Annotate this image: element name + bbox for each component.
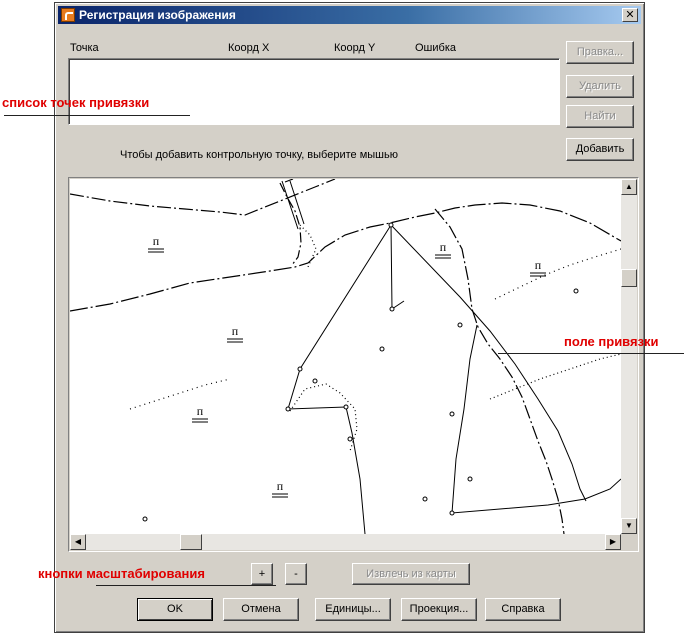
hint-text: Чтобы добавить контрольную точку, выбери… xyxy=(120,149,398,161)
scroll-right-icon[interactable]: ▶ xyxy=(605,534,621,550)
edit-button[interactable]: Правка... xyxy=(566,41,634,64)
annotation-binding-field: поле привязки xyxy=(564,334,659,349)
map-vertex xyxy=(422,496,428,502)
projection-button[interactable]: Проекция... xyxy=(401,598,477,621)
map-line-5 xyxy=(284,179,294,183)
map-vertex xyxy=(297,366,303,372)
units-button[interactable]: Единицы... xyxy=(315,598,391,621)
map-line-2 xyxy=(70,202,621,312)
horizontal-scroll-thumb[interactable] xyxy=(180,534,202,550)
map-border-2 xyxy=(390,224,587,502)
scroll-left-icon[interactable]: ◀ xyxy=(70,534,86,550)
map-vertex xyxy=(573,288,579,294)
map-vertex xyxy=(347,436,353,442)
map-label: п xyxy=(277,479,284,493)
vertical-scrollbar[interactable]: ▲ ▼ xyxy=(621,179,637,534)
annotation-zoom-buttons: кнопки масштабирования xyxy=(38,566,205,581)
map-drawing: п п п п п п xyxy=(70,179,621,534)
map-vertex xyxy=(379,346,385,352)
map-registration-field: п п п п п п ▲ ▼ ◀ ▶ xyxy=(68,177,639,552)
title-bar[interactable]: Регистрация изображения ✕ xyxy=(58,6,641,24)
zoom-in-button[interactable]: + xyxy=(251,563,273,585)
map-road xyxy=(281,180,305,230)
window-title: Регистрация изображения xyxy=(79,8,236,22)
map-label: п xyxy=(197,404,204,418)
scroll-corner xyxy=(621,534,637,550)
column-header-point[interactable]: Точка xyxy=(70,42,99,54)
map-label-underline xyxy=(192,418,208,423)
map-dots-3 xyxy=(129,378,231,410)
map-vertex xyxy=(285,406,291,412)
cancel-button[interactable]: Отмена xyxy=(223,598,299,621)
annotation-points-list: список точек привязки xyxy=(2,95,150,110)
zoom-out-button[interactable]: - xyxy=(285,563,307,585)
map-label: п xyxy=(535,258,542,272)
map-vertex xyxy=(389,306,395,312)
ok-button[interactable]: OK xyxy=(137,598,213,621)
add-button[interactable]: Добавить xyxy=(566,138,634,161)
map-line-4 xyxy=(279,182,302,266)
map-label-underline xyxy=(227,338,243,343)
horizontal-scrollbar[interactable]: ◀ ▶ xyxy=(70,534,621,550)
map-vertex xyxy=(467,476,473,482)
map-border-1 xyxy=(390,224,405,310)
find-button[interactable]: Найти xyxy=(566,105,634,128)
column-header-x[interactable]: Коорд X xyxy=(228,42,269,54)
map-label-underline xyxy=(272,493,288,498)
map-label-underline xyxy=(148,248,164,253)
column-header-y[interactable]: Коорд Y xyxy=(334,42,375,54)
map-vertex xyxy=(142,516,148,522)
column-header-error[interactable]: Ошибка xyxy=(415,42,456,54)
map-canvas[interactable]: п п п п п п xyxy=(70,179,621,534)
map-border-3 xyxy=(287,224,392,534)
map-label-underline xyxy=(435,254,451,259)
map-vertex xyxy=(449,411,455,417)
registration-app-icon xyxy=(61,8,75,22)
close-icon[interactable]: ✕ xyxy=(622,8,638,22)
map-vertex xyxy=(343,404,349,410)
map-label: п xyxy=(440,240,447,254)
annotation-underline xyxy=(4,115,190,116)
map-dots-1 xyxy=(289,383,358,452)
map-vertex xyxy=(457,322,463,328)
map-dots-5 xyxy=(494,248,621,300)
extract-from-map-button[interactable]: Извлечь из карты xyxy=(352,563,470,585)
scroll-down-icon[interactable]: ▼ xyxy=(621,518,637,534)
delete-button[interactable]: Удалить xyxy=(566,75,634,98)
help-button[interactable]: Справка xyxy=(485,598,561,621)
annotation-underline xyxy=(96,585,276,586)
map-label: п xyxy=(232,324,239,338)
annotation-underline xyxy=(498,353,684,354)
vertical-scroll-thumb[interactable] xyxy=(621,269,637,287)
map-label-underline xyxy=(530,272,546,277)
map-label: п xyxy=(153,234,160,248)
scroll-up-icon[interactable]: ▲ xyxy=(621,179,637,195)
map-vertex xyxy=(312,378,318,384)
map-vertex xyxy=(449,510,455,516)
map-dots-4 xyxy=(299,224,317,268)
map-vertex xyxy=(388,222,394,228)
map-dots-2 xyxy=(489,353,621,400)
